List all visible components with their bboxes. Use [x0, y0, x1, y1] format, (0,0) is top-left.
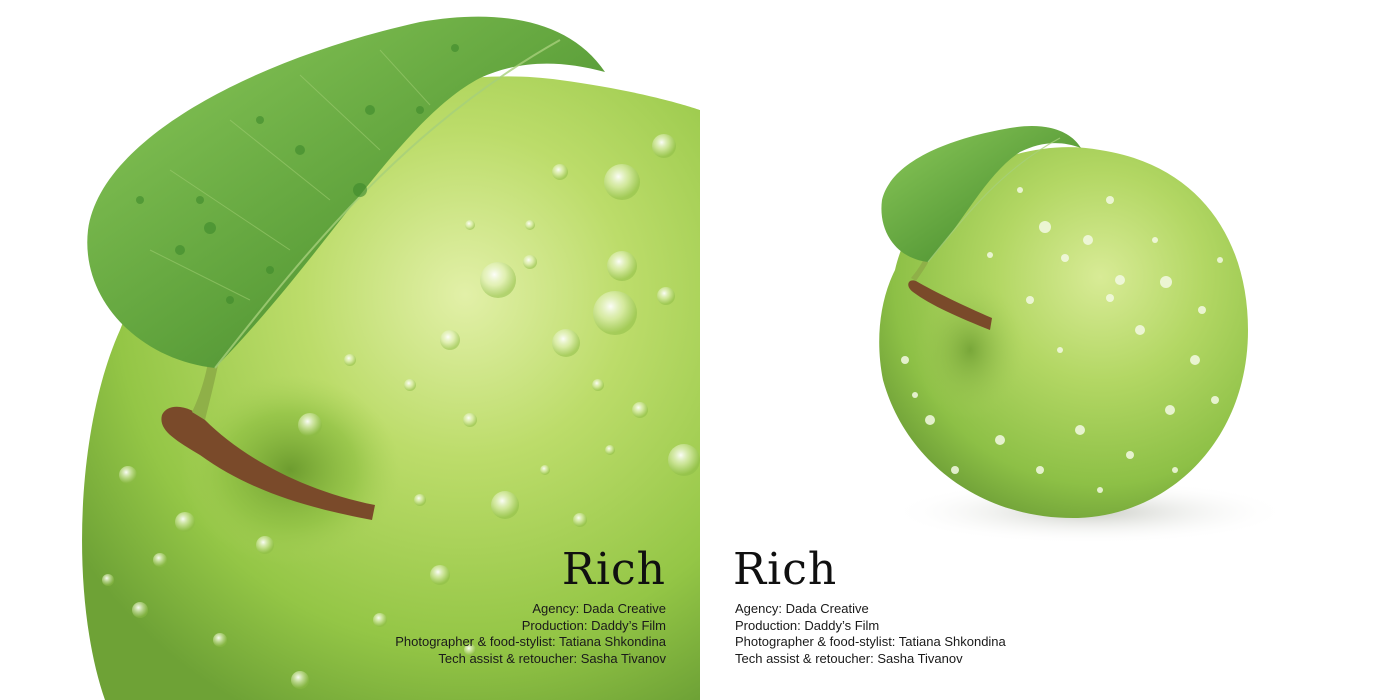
whole-apple-credits: Agency: Dada Creative Production: Daddy’…	[735, 601, 1006, 667]
whole-apple-panel: Rich Agency: Dada Creative Production: D…	[700, 0, 1400, 700]
closeup-title: Rich	[561, 544, 666, 595]
credit-agency: Agency: Dada Creative	[735, 601, 869, 616]
apple-cavity	[180, 375, 400, 565]
apple-whole-photo	[879, 126, 1290, 544]
closeup-credits: Agency: Dada Creative Production: Daddy’…	[395, 601, 666, 667]
whole-apple-title: Rich	[733, 544, 838, 595]
credit-retoucher: Tech assist & retoucher: Sasha Tivanov	[735, 650, 963, 666]
credit-agency: Agency: Dada Creative	[532, 601, 666, 616]
credit-photographer: Photographer & food-stylist: Tatiana Shk…	[395, 634, 666, 649]
apple-closeup-photo	[82, 16, 700, 700]
credit-photographer: Photographer & food-stylist: Tatiana Shk…	[735, 634, 1006, 649]
credit-production: Production: Daddy’s Film	[735, 617, 880, 633]
credit-retoucher: Tech assist & retoucher: Sasha Tivanov	[438, 650, 666, 666]
credit-production: Production: Daddy’s Film	[521, 617, 666, 633]
closeup-panel: Rich Agency: Dada Creative Production: D…	[0, 0, 700, 700]
